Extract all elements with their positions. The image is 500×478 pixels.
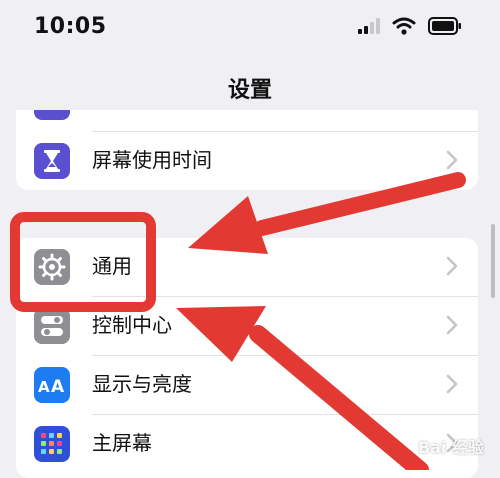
status-bar: 10:05	[0, 0, 500, 60]
wifi-icon	[392, 17, 416, 35]
status-icons	[358, 17, 462, 35]
settings-row-partial[interactable]	[16, 110, 478, 128]
status-time: 10:05	[34, 14, 107, 39]
cellular-signal-icon	[358, 18, 380, 34]
app-grid-icon	[34, 426, 70, 462]
page-title: 设置	[227, 78, 272, 103]
settings-row-label: 显示与亮度	[92, 372, 192, 396]
annotation-highlight-box	[10, 212, 156, 312]
settings-row-display-brightness[interactable]: A A 显示与亮度	[16, 356, 478, 414]
watermark: Bai 经验	[417, 438, 484, 457]
svg-text:A: A	[38, 378, 50, 396]
text-size-icon: A A	[34, 367, 70, 403]
settings-row-label: 屏幕使用时间	[92, 148, 212, 172]
partial-icon	[34, 110, 70, 120]
chevron-right-icon	[446, 256, 458, 276]
chevron-right-icon	[446, 374, 458, 394]
svg-text:A: A	[51, 377, 65, 397]
hourglass-icon	[34, 143, 70, 179]
settings-row-label: 主屏幕	[92, 431, 152, 455]
settings-row-label: 控制中心	[92, 313, 172, 337]
settings-row-home-screen[interactable]: 主屏幕	[16, 415, 478, 473]
settings-row-screen-time[interactable]: 屏幕使用时间	[16, 132, 478, 190]
toggle-icon	[34, 308, 70, 344]
chevron-right-icon	[446, 150, 458, 170]
scrollbar[interactable]	[491, 224, 495, 298]
settings-group-top: 屏幕使用时间	[16, 110, 478, 190]
battery-icon	[428, 17, 461, 35]
chevron-right-icon	[446, 315, 458, 335]
